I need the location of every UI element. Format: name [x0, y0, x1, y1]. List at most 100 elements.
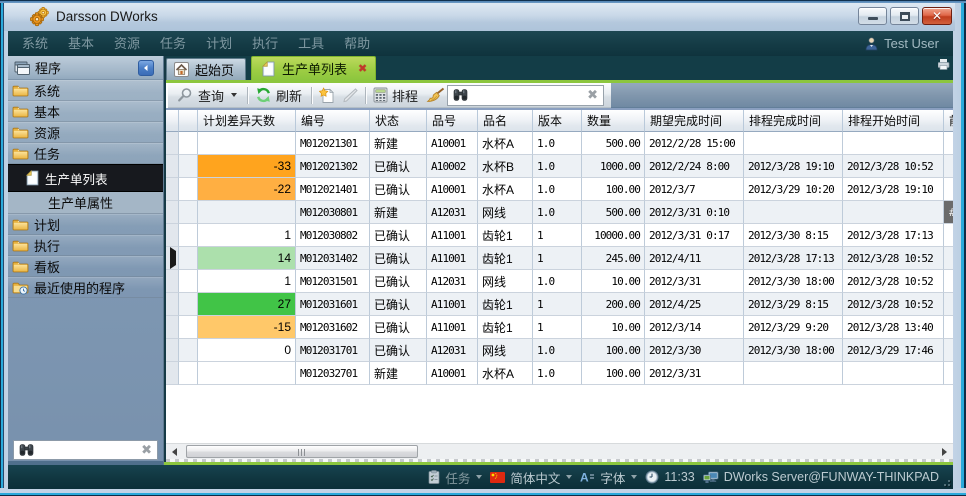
cell-version[interactable]: 1	[533, 293, 582, 316]
cell-qty[interactable]: 10000.00	[582, 224, 645, 247]
sidebar-item-execution[interactable]: 执行	[8, 235, 163, 256]
sidebar-search[interactable]: ✖	[13, 440, 158, 460]
cell-qty[interactable]: 500.00	[582, 201, 645, 224]
menu-item-execution[interactable]: 执行	[242, 31, 288, 56]
column-header-item_no[interactable]: 品号	[427, 110, 478, 132]
cell-status[interactable]: 已确认	[370, 339, 427, 362]
menu-item-tasks[interactable]: 任务	[150, 31, 196, 56]
cell-qty[interactable]: 10.00	[582, 316, 645, 339]
sidebar-item-resources[interactable]: 资源	[8, 122, 163, 143]
schedule-button[interactable]: 排程	[373, 86, 421, 105]
row-indicator[interactable]	[166, 201, 179, 224]
cell-status[interactable]: 已确认	[370, 247, 427, 270]
sidebar-item-production-order-properties[interactable]: 生产单属性	[8, 192, 163, 214]
cell-sched_start[interactable]: 2012/3/28 13:40	[843, 316, 944, 339]
cell-status[interactable]: 已确认	[370, 293, 427, 316]
column-header-qty[interactable]: 数量	[582, 110, 645, 132]
cell-sched_finish[interactable]	[744, 362, 843, 385]
cell-expected_finish[interactable]: 2012/3/31 0:10	[645, 201, 744, 224]
column-header-item_name[interactable]: 品名	[478, 110, 533, 132]
cell-expander[interactable]	[179, 247, 198, 270]
cell-version[interactable]: 1.0	[533, 201, 582, 224]
cell-extra[interactable]	[944, 339, 953, 362]
cell-plan_diff_days[interactable]: -15	[198, 316, 296, 339]
cell-expected_finish[interactable]: 2012/3/7	[645, 178, 744, 201]
maximize-button[interactable]	[890, 7, 919, 25]
cell-status[interactable]: 已确认	[370, 224, 427, 247]
column-header-expected_finish[interactable]: 期望完成时间	[645, 110, 744, 132]
sidebar-collapse-button[interactable]	[138, 60, 154, 76]
cell-sched_start[interactable]: 2012/3/28 10:52	[843, 270, 944, 293]
scroll-left-icon[interactable]	[172, 448, 177, 456]
cell-expander[interactable]	[179, 339, 198, 362]
cell-extra[interactable]	[944, 316, 953, 339]
row-indicator[interactable]	[166, 270, 179, 293]
row-indicator[interactable]	[166, 247, 179, 270]
cell-code[interactable]: M012031602	[296, 316, 370, 339]
cell-expected_finish[interactable]: 2012/3/14	[645, 316, 744, 339]
cell-sched_finish[interactable]: 2012/3/30 18:00	[744, 339, 843, 362]
cell-extra[interactable]	[944, 178, 953, 201]
cell-sched_start[interactable]: 2012/3/28 10:52	[843, 247, 944, 270]
cell-version[interactable]: 1.0	[533, 155, 582, 178]
cell-expander[interactable]	[179, 270, 198, 293]
sidebar-item-planning[interactable]: 计划	[8, 214, 163, 235]
clean-button[interactable]	[426, 87, 445, 103]
cell-extra[interactable]	[944, 270, 953, 293]
cell-qty[interactable]: 500.00	[582, 132, 645, 155]
cell-plan_diff_days[interactable]: 1	[198, 270, 296, 293]
row-indicator[interactable]	[166, 224, 179, 247]
cell-status[interactable]: 新建	[370, 362, 427, 385]
cell-expander[interactable]	[179, 362, 198, 385]
cell-item_no[interactable]: A12031	[427, 201, 478, 224]
cell-expected_finish[interactable]: 2012/4/11	[645, 247, 744, 270]
menu-item-planning[interactable]: 计划	[196, 31, 242, 56]
cell-version[interactable]: 1.0	[533, 178, 582, 201]
cell-sched_finish[interactable]	[744, 132, 843, 155]
cell-sched_start[interactable]	[843, 201, 944, 224]
scrollbar-thumb[interactable]	[186, 445, 418, 458]
cell-code[interactable]: M012021301	[296, 132, 370, 155]
cell-sched_finish[interactable]: 2012/3/29 10:20	[744, 178, 843, 201]
cell-item_no[interactable]: A10001	[427, 362, 478, 385]
row-indicator[interactable]	[166, 293, 179, 316]
sidebar-item-recent-programs[interactable]: 最近使用的程序	[8, 277, 163, 298]
cell-item_no[interactable]: A10001	[427, 132, 478, 155]
cell-item_name[interactable]: 水杯A	[478, 362, 533, 385]
row-indicator[interactable]	[166, 339, 179, 362]
sidebar-item-system[interactable]: 系统	[8, 80, 163, 101]
cell-sched_start[interactable]: 2012/3/28 10:52	[843, 155, 944, 178]
cell-code[interactable]: M012031701	[296, 339, 370, 362]
row-indicator[interactable]	[166, 178, 179, 201]
row-indicator[interactable]	[166, 155, 179, 178]
cell-extra[interactable]	[944, 293, 953, 316]
cell-qty[interactable]: 100.00	[582, 362, 645, 385]
cell-version[interactable]: 1.0	[533, 362, 582, 385]
tab-start-page[interactable]: 起始页	[166, 58, 246, 80]
column-header-code[interactable]: 编号	[296, 110, 370, 132]
cell-code[interactable]: M012021401	[296, 178, 370, 201]
cell-expander[interactable]	[179, 293, 198, 316]
titlebar[interactable]: Darsson DWorks	[4, 3, 955, 31]
cell-expander[interactable]	[179, 224, 198, 247]
cell-plan_diff_days[interactable]: -33	[198, 155, 296, 178]
cell-sched_start[interactable]	[843, 362, 944, 385]
cell-expected_finish[interactable]: 2012/3/31	[645, 270, 744, 293]
cell-version[interactable]: 1	[533, 247, 582, 270]
tab-close-icon[interactable]: ✖	[358, 63, 367, 74]
column-header-version[interactable]: 版本	[533, 110, 582, 132]
cell-item_no[interactable]: A11001	[427, 293, 478, 316]
column-header-extra[interactable]: 前	[944, 110, 953, 132]
cell-item_name[interactable]: 网线	[478, 270, 533, 293]
cell-sched_finish[interactable]: 2012/3/30 18:00	[744, 270, 843, 293]
cell-item_no[interactable]: A11001	[427, 316, 478, 339]
sidebar-search-clear-icon[interactable]: ✖	[141, 444, 152, 457]
cell-item_name[interactable]: 齿轮1	[478, 247, 533, 270]
cell-version[interactable]: 1	[533, 224, 582, 247]
cell-qty[interactable]: 200.00	[582, 293, 645, 316]
cell-expected_finish[interactable]: 2012/2/28 15:00	[645, 132, 744, 155]
printer-icon[interactable]	[938, 59, 950, 70]
refresh-button[interactable]: 刷新	[255, 86, 305, 105]
cell-extra[interactable]: #	[944, 201, 953, 224]
cell-code[interactable]: M012032701	[296, 362, 370, 385]
